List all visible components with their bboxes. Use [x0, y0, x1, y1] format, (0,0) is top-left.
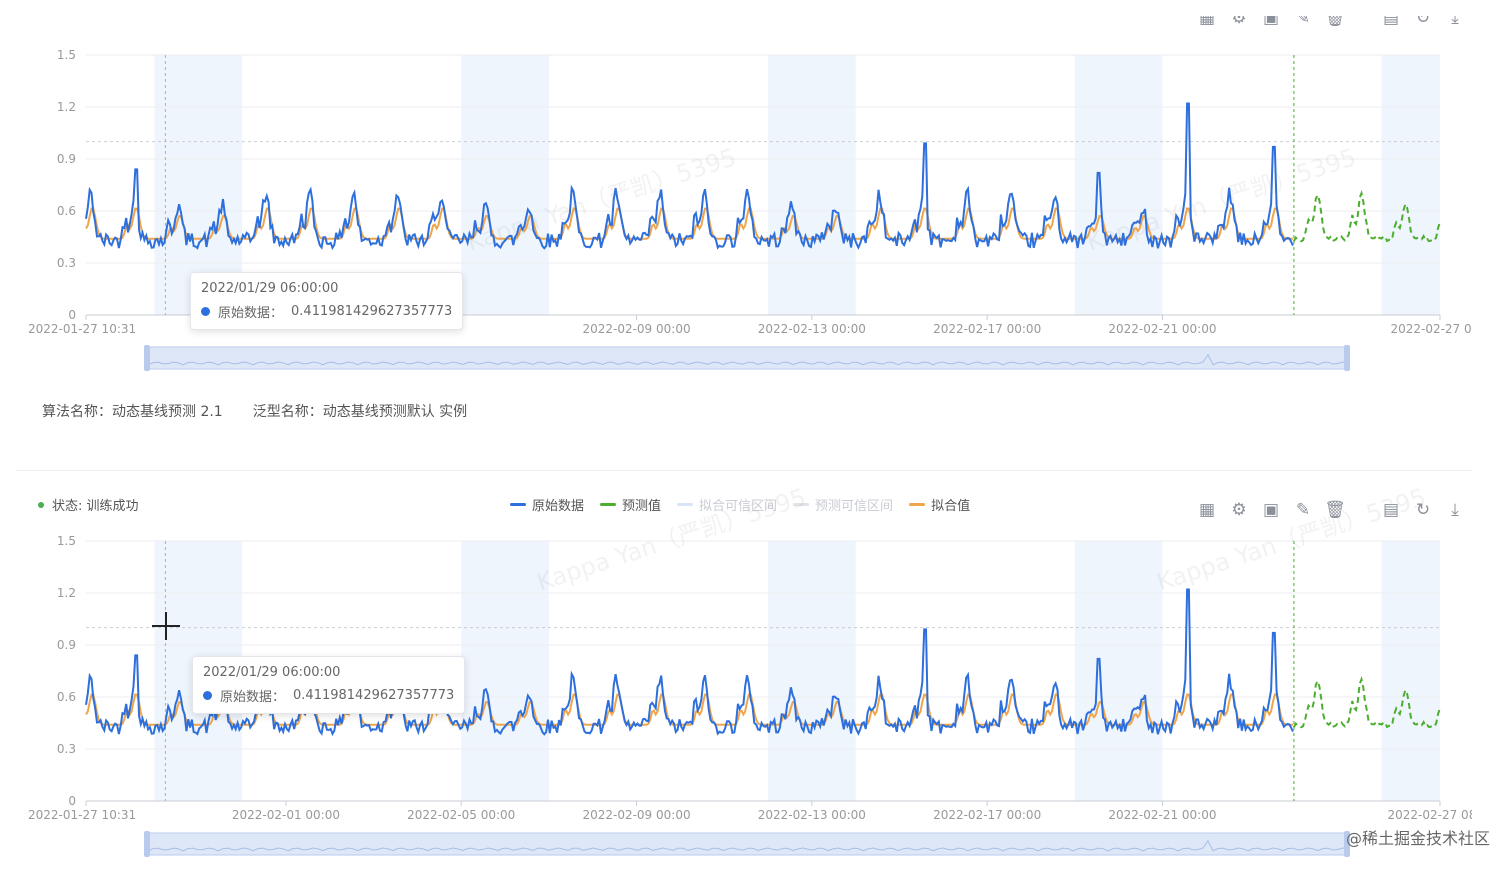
y-tick-label: 1.5 — [57, 534, 76, 548]
y-tick-label: 1.2 — [57, 100, 76, 114]
weekend-band — [461, 55, 549, 315]
data-tooltip: 2022/01/29 06:00:00 原始数据： 0.411981429627… — [192, 656, 466, 714]
x-tick-label: 2022-02-05 00:00 — [407, 808, 515, 822]
y-tick-label: 0.6 — [57, 690, 76, 704]
data-zoom-slider — [145, 346, 1349, 370]
tooltip-time: 2022/01/29 06:00:00 — [201, 281, 339, 296]
weekend-band — [1381, 55, 1440, 315]
y-tick-label: 0 — [68, 794, 76, 808]
x-tick-label: 2022-02-27 08:0 — [1388, 808, 1473, 822]
x-tick-label: 2022-01-27 10:31 — [28, 322, 136, 336]
weekend-band — [768, 541, 856, 801]
series-dot-icon — [201, 307, 210, 316]
weekend-band — [461, 541, 549, 801]
algorithm-info: 算法名称：动态基线预测 2.1 泛型名称：动态基线预测默认 实例 — [42, 401, 467, 421]
tooltip-value: 0.411981429627357773 — [293, 688, 455, 703]
x-tick-label: 2022-02-17 00:00 — [933, 808, 1041, 822]
y-tick-label: 0.6 — [57, 204, 76, 218]
site-watermark: @稀土掘金技术社区 — [1345, 829, 1490, 848]
x-tick-label: 2022-02-13 00:00 — [758, 322, 866, 336]
tooltip-time: 2022/01/29 06:00:00 — [203, 665, 341, 680]
data-zoom-handle-left — [144, 831, 150, 857]
chart-panel-bottom: 状态: 训练成功 原始数据 预测值 拟合可信区间 预测可信区间 拟合值 ▦ ⚙ ▣ ✎ 🗑 ▤ ↻ ⤓… — [16, 470, 1472, 874]
y-tick-label: 0.3 — [57, 256, 76, 270]
weekend-band — [768, 55, 856, 315]
y-tick-label: 0 — [68, 308, 76, 322]
weekend-band — [1074, 541, 1163, 801]
data-zoom-handle-left — [144, 345, 150, 371]
tooltip-value: 0.411981429627357773 — [291, 304, 453, 319]
data-tooltip: 2022/01/29 06:00:00 原始数据： 0.411981429627… — [190, 272, 464, 330]
y-tick-label: 1.2 — [57, 586, 76, 600]
x-tick-label: 2022-02-17 00:00 — [933, 322, 1041, 336]
x-tick-label: 2022-02-27 08:( — [1390, 322, 1472, 336]
weekend-band — [1381, 541, 1440, 801]
series-dot-icon — [203, 691, 212, 700]
x-tick-label: 2022-02-09 00:00 — [582, 322, 690, 336]
model-name: 泛型名称：动态基线预测默认 实例 — [252, 404, 468, 420]
tooltip-series-label: 原始数据： — [220, 690, 286, 705]
y-tick-label: 0.9 — [57, 152, 76, 166]
x-tick-label: 2022-02-09 00:00 — [582, 808, 690, 822]
y-tick-label: 1.5 — [57, 48, 76, 62]
chart-panel-top: ▦ ⚙ ▣ ✎ 🗑 ▤ ↻ ⤓ 0 0.3 0.6 0.9 1.2 1.5 2022-01-27 10:3… — [16, 0, 1472, 471]
x-tick-label: 2022-02-01 00:00 — [232, 808, 340, 822]
data-zoom-slider — [145, 832, 1349, 856]
algorithm-name: 算法名称：动态基线预测 2.1 — [42, 404, 223, 420]
x-tick-label: 2022-01-27 10:31 — [28, 808, 136, 822]
weekend-band — [1074, 55, 1163, 315]
x-tick-label: 2022-02-21 00:00 — [1108, 808, 1216, 822]
data-zoom-handle-right — [1344, 345, 1350, 371]
tooltip-series-label: 原始数据： — [218, 306, 284, 321]
y-tick-label: 0.9 — [57, 638, 76, 652]
x-tick-label: 2022-02-13 00:00 — [758, 808, 866, 822]
y-tick-label: 0.3 — [57, 742, 76, 756]
x-tick-label: 2022-02-21 00:00 — [1108, 322, 1216, 336]
